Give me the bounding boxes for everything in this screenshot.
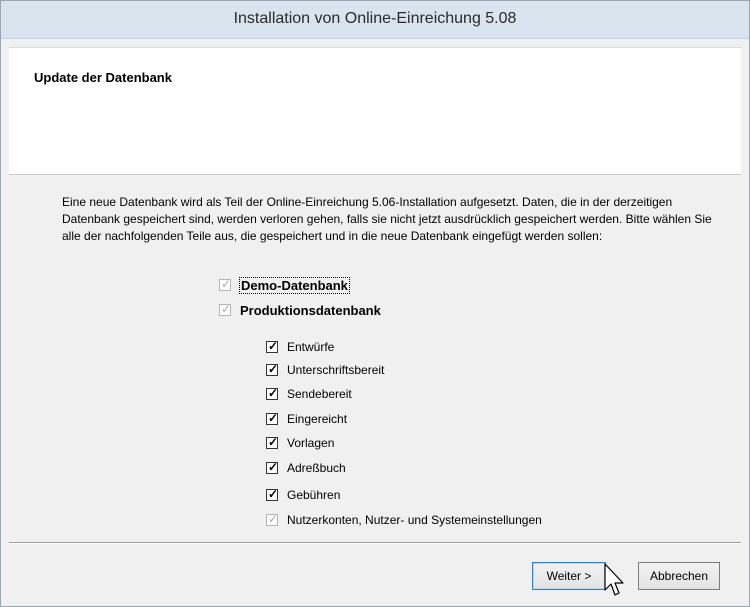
footer-separator bbox=[9, 542, 741, 544]
option-vorlagen[interactable]: ✓ Vorlagen bbox=[266, 434, 334, 452]
checkbox-label: Produktionsdatenbank bbox=[240, 302, 381, 318]
option-nutzerkonten[interactable]: ✓ Nutzerkonten, Nutzer- und Systemeinste… bbox=[266, 511, 542, 529]
checkmark-icon: ✓ bbox=[268, 411, 279, 425]
checkbox-label: Sendebereit bbox=[287, 387, 352, 401]
checkbox[interactable]: ✓ bbox=[266, 386, 279, 400]
checkbox[interactable]: ✓ bbox=[266, 435, 279, 449]
checkbox[interactable]: ✓ bbox=[266, 460, 279, 474]
checkmark-icon: ✓ bbox=[268, 386, 279, 400]
checkbox-label: Unterschriftsbereit bbox=[287, 363, 385, 377]
checkmark-icon: ✓ bbox=[268, 435, 279, 449]
window-title: Installation von Online-Einreichung 5.08 bbox=[1, 1, 749, 39]
checkbox-label: Gebühren bbox=[287, 488, 341, 502]
checkbox[interactable]: ✓ bbox=[266, 411, 279, 425]
option-demo-datenbank[interactable]: ✓ Demo-Datenbank bbox=[219, 276, 350, 294]
next-button[interactable]: Weiter > bbox=[532, 562, 606, 590]
checkbox[interactable]: ✓ bbox=[219, 302, 232, 316]
page-title: Update der Datenbank bbox=[34, 70, 172, 85]
checkmark-icon: ✓ bbox=[268, 339, 279, 353]
mouse-cursor-icon bbox=[604, 563, 624, 596]
checkbox-label: Eingereicht bbox=[287, 412, 348, 426]
checkbox-label: Demo-Datenbank bbox=[239, 276, 350, 294]
option-entwuerfe[interactable]: ✓ Entwürfe bbox=[266, 338, 334, 356]
option-produktionsdatenbank[interactable]: ✓ Produktionsdatenbank bbox=[219, 301, 381, 319]
checkmark-icon: ✓ bbox=[268, 460, 279, 474]
option-adressbuch[interactable]: ✓ Adreßbuch bbox=[266, 459, 346, 477]
option-gebuehren[interactable]: ✓ Gebühren bbox=[266, 486, 340, 504]
cancel-button[interactable]: Abbrechen bbox=[638, 562, 720, 590]
option-unterschriftsbereit[interactable]: ✓ Unterschriftsbereit bbox=[266, 361, 384, 379]
header-banner: Update der Datenbank bbox=[9, 47, 741, 175]
checkbox[interactable]: ✓ bbox=[219, 277, 232, 291]
checkbox-label: Vorlagen bbox=[287, 436, 335, 450]
option-sendebereit[interactable]: ✓ Sendebereit bbox=[266, 385, 352, 403]
checkmark-icon: ✓ bbox=[221, 302, 232, 316]
checkbox-label: Nutzerkonten, Nutzer- und Systemeinstell… bbox=[287, 513, 542, 527]
checkbox[interactable]: ✓ bbox=[266, 362, 279, 376]
description-text: Eine neue Datenbank wird als Teil der On… bbox=[62, 195, 712, 243]
checkmark-icon: ✓ bbox=[221, 277, 232, 291]
checkmark-icon: ✓ bbox=[268, 512, 279, 526]
checkmark-icon: ✓ bbox=[268, 487, 279, 501]
checkbox[interactable]: ✓ bbox=[266, 487, 279, 501]
installer-window: Installation von Online-Einreichung 5.08… bbox=[0, 0, 750, 607]
checkbox-label: Entwürfe bbox=[287, 340, 335, 354]
option-eingereicht[interactable]: ✓ Eingereicht bbox=[266, 410, 347, 428]
checkbox-label: Adreßbuch bbox=[287, 461, 346, 475]
checkbox[interactable]: ✓ bbox=[266, 339, 279, 353]
checkbox[interactable]: ✓ bbox=[266, 512, 279, 526]
checkmark-icon: ✓ bbox=[268, 362, 279, 376]
